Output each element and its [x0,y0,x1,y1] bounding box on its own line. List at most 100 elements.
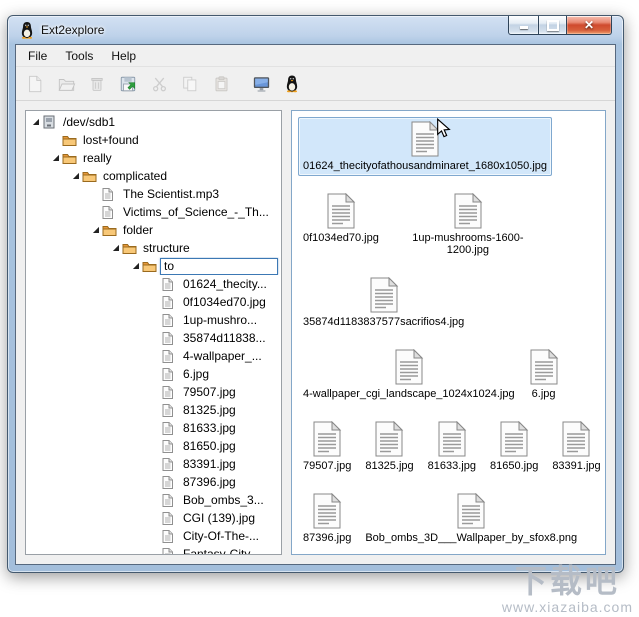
watermark-logo-text: 下载吧 [502,565,633,599]
file-icon [162,386,180,399]
menu-tools[interactable]: Tools [56,46,102,66]
menu-help[interactable]: Help [102,46,145,66]
file-name: 35874d1183837577sacrifios4.jpg [303,316,464,328]
tree-item[interactable]: to [26,257,281,275]
expand-arrow-icon[interactable] [90,226,102,234]
close-icon: ✕ [584,19,594,31]
document-icon [326,193,356,229]
file-item[interactable]: 81650.jpg [485,417,543,476]
tree-item[interactable]: Bob_ombs_3... [26,491,281,509]
file-item[interactable]: 81325.jpg [360,417,418,476]
file-name: 0f1034ed70.jpg [303,232,379,244]
document-icon [312,493,342,529]
file-item[interactable]: 81633.jpg [423,417,481,476]
paste-button[interactable] [206,69,236,98]
folder-icon [102,224,120,237]
titlebar[interactable]: Ext2explore ✕ [8,16,623,44]
tree-item-label: /dev/sdb1 [60,115,118,129]
tree-item[interactable]: Victims_of_Science_-_Th... [26,203,281,221]
file-icon [162,314,180,327]
file-row: 79507.jpg81325.jpg81633.jpg81650.jpg8339… [298,417,599,476]
file-row: 35874d1183837577sacrifios4.jpg [298,273,599,332]
tree-item[interactable]: lost+found [26,131,281,149]
document-icon [437,421,467,457]
tree-item[interactable]: 81325.jpg [26,401,281,419]
file-icon [102,206,120,219]
tree-item[interactable]: really [26,149,281,167]
window-body: File Tools Help /dev/sdb1 lost+foundreall… [15,44,616,565]
minimize-button[interactable] [508,16,539,35]
file-item[interactable]: Bob_ombs_3D___Wallpaper_by_sfox8.png [360,489,582,548]
mouse-cursor-icon [436,118,451,144]
file-name: 79507.jpg [303,460,351,472]
tree-item[interactable]: 35874d11838... [26,329,281,347]
save-button[interactable] [113,69,143,98]
tree-item[interactable]: 81650.jpg [26,437,281,455]
file-item[interactable]: 79507.jpg [298,417,356,476]
about-button[interactable] [277,69,307,98]
tree-item[interactable]: 4-wallpaper_... [26,347,281,365]
open-folder-icon [57,75,76,93]
tree-item[interactable]: 81633.jpg [26,419,281,437]
tree-item[interactable]: Fantasy-City_... [26,545,281,555]
document-icon [312,421,342,457]
tree-item[interactable]: 83391.jpg [26,455,281,473]
watermark-url: www.xiazaiba.com [502,599,633,615]
document-icon [369,277,399,313]
file-item[interactable]: 4-wallpaper_cgi_landscape_1024x1024.jpg [298,345,520,404]
file-item[interactable]: 83391.jpg [547,417,605,476]
expand-arrow-icon[interactable] [50,154,62,162]
expand-arrow-icon[interactable] [130,262,142,270]
open-button[interactable] [51,69,81,98]
file-name: Bob_ombs_3D___Wallpaper_by_sfox8.png [365,532,577,544]
view-button[interactable] [246,69,276,98]
tree-item[interactable]: 01624_thecity... [26,275,281,293]
new-button[interactable] [20,69,50,98]
expand-arrow-icon[interactable] [70,172,82,180]
tree-rename-input[interactable]: to [160,258,278,275]
content-area: /dev/sdb1 lost+foundreally complicated The … [16,101,615,564]
menu-file[interactable]: File [19,46,56,66]
paste-icon [213,75,230,93]
document-icon [499,421,529,457]
tree-item-label: Bob_ombs_3... [180,493,267,507]
tree-item[interactable]: The Scientist.mp3 [26,185,281,203]
copy-button[interactable] [175,69,205,98]
file-item[interactable]: 1up-mushrooms-1600-1200.jpg [388,189,548,260]
file-item[interactable]: 87396.jpg [298,489,356,548]
tree-item[interactable]: 87396.jpg [26,473,281,491]
tree-item[interactable]: /dev/sdb1 [26,113,281,131]
expand-arrow-icon[interactable] [110,244,122,252]
file-item[interactable]: 01624_thecityofathousandminaret_1680x105… [298,117,552,176]
save-export-icon [119,75,137,93]
tree-item-label: 83391.jpg [180,457,239,471]
tree-view[interactable]: /dev/sdb1 lost+foundreally complicated The … [25,110,282,555]
tree-item[interactable]: 1up-mushro... [26,311,281,329]
caption-buttons: ✕ [509,16,612,35]
expand-arrow-icon[interactable] [30,118,42,126]
tree-item[interactable]: folder [26,221,281,239]
file-name: 1up-mushrooms-1600-1200.jpg [393,232,543,256]
tree-item[interactable]: complicated [26,167,281,185]
tree-item-label: 81650.jpg [180,439,239,453]
maximize-button[interactable] [538,16,567,35]
delete-button[interactable] [82,69,112,98]
file-item[interactable]: 6.jpg [524,345,564,404]
file-item[interactable]: 35874d1183837577sacrifios4.jpg [298,273,469,332]
tree-item-label: 01624_thecity... [180,277,270,291]
close-button[interactable]: ✕ [566,16,612,35]
file-item[interactable]: 0f1034ed70.jpg [298,189,384,248]
tree-item-label: folder [120,223,156,237]
tree-item[interactable]: City-Of-The-... [26,527,281,545]
tree-item[interactable]: 6.jpg [26,365,281,383]
window-title: Ext2explore [41,23,104,37]
cut-button[interactable] [144,69,174,98]
file-view[interactable]: 01624_thecityofathousandminaret_1680x105… [291,110,606,555]
document-icon [561,421,591,457]
tree-item[interactable]: 79507.jpg [26,383,281,401]
folder-icon [62,152,80,165]
tree-item[interactable]: 0f1034ed70.jpg [26,293,281,311]
tree-item[interactable]: structure [26,239,281,257]
tree-item-label: complicated [100,169,170,183]
tree-item[interactable]: CGI (139).jpg [26,509,281,527]
